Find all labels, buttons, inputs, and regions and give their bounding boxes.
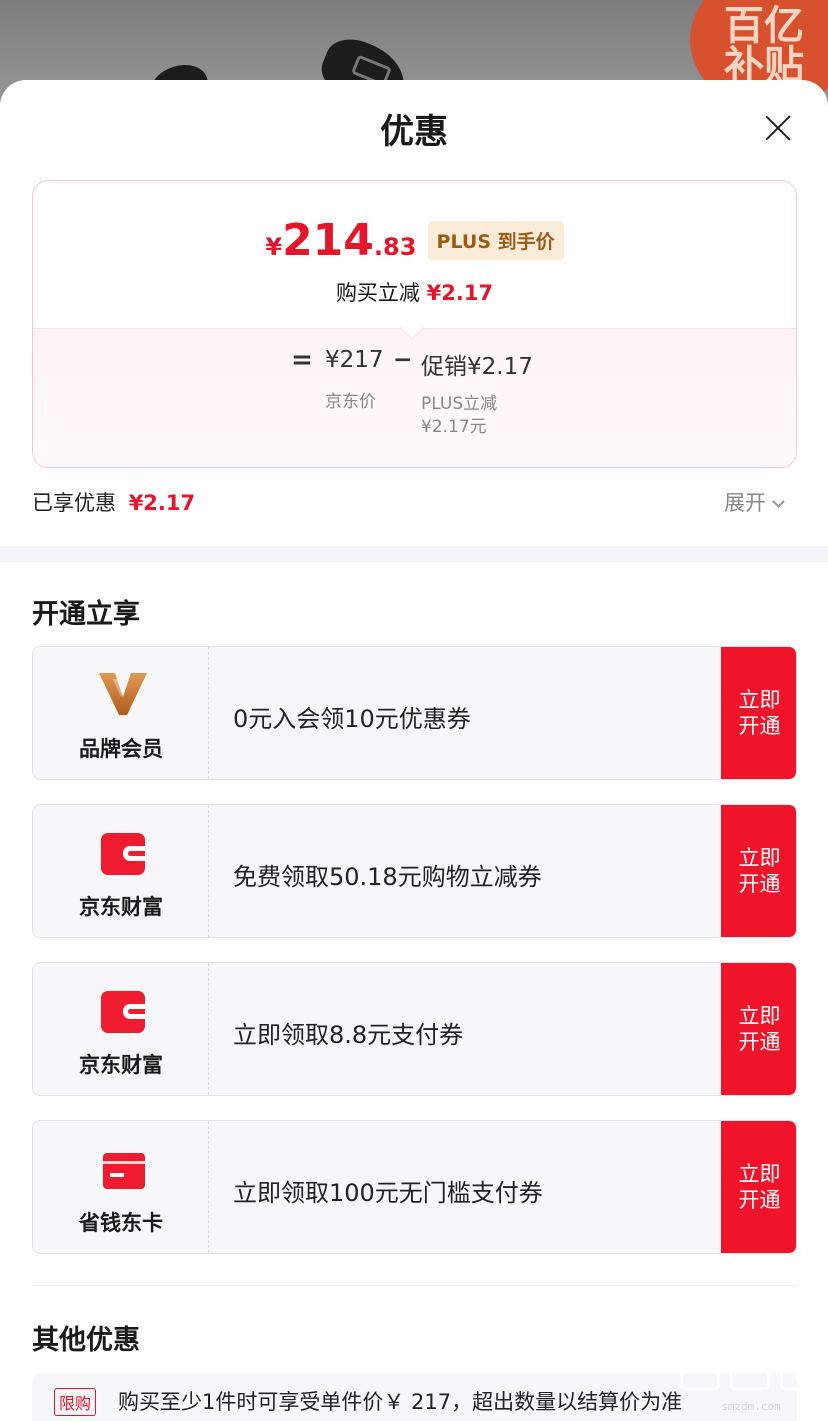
plus-price-tag: PLUS 到手价 (427, 221, 564, 260)
brand-v-icon (99, 673, 147, 715)
card-icon (103, 1153, 145, 1189)
price-integer: 214 (282, 215, 374, 266)
enjoyed-amount: ¥2.17 (128, 491, 196, 515)
section-separator (32, 1285, 797, 1286)
promo-sub-label: PLUS立减 (421, 394, 498, 414)
offer-description: 立即领取100元无门槛支付券 (233, 1179, 543, 1207)
final-price-row: ¥214.83 PLUS 到手价 (33, 215, 796, 266)
expand-label: 展开 (724, 491, 766, 515)
reduce-label: 购买立减 (335, 281, 420, 305)
enjoyed-label: 已享优惠 (32, 491, 116, 515)
watermark-sub: smzdm.com (721, 1400, 781, 1413)
other-section-title: 其他优惠 (32, 1325, 140, 1356)
offer-card-brand-member: 品牌会员 0元入会领10元优惠券 立即 开通 (32, 646, 797, 780)
watermark-glyph (780, 1346, 820, 1390)
discount-sheet: 优惠 ¥214.83 PLUS 到手价 购买立减 ¥2.17 = ¥217 京东… (0, 80, 828, 1421)
open-button-line1: 立即 (738, 1162, 781, 1186)
watermark-glyph (680, 1346, 720, 1390)
minus-sign: − (393, 347, 413, 373)
badge-line1: 百亿 (724, 3, 804, 49)
brand-name: 京东财富 (79, 1053, 163, 1077)
watermark-logo: smzdm.com (676, 1342, 826, 1421)
equals-sign: = (291, 345, 313, 375)
limit-tag: 限购 (54, 1388, 97, 1416)
open-button-line2: 开通 (738, 1188, 781, 1212)
open-button-line2: 开通 (738, 872, 781, 896)
offer-description: 立即领取8.8元支付券 (233, 1021, 464, 1049)
expand-button[interactable]: 展开 (724, 487, 785, 517)
price-decimal: .83 (373, 233, 417, 261)
final-price: ¥214.83 (265, 215, 416, 266)
currency-symbol: ¥ (265, 233, 283, 261)
open-button-line1: 立即 (738, 1004, 781, 1028)
price-formula-panel (33, 328, 796, 467)
sheet-title: 优惠 (380, 112, 448, 152)
brand-name: 省钱东卡 (79, 1211, 163, 1235)
watermark-glyph (730, 1346, 770, 1390)
offer-brand: 省钱东卡 (33, 1121, 209, 1253)
open-button-line1: 立即 (738, 846, 781, 870)
base-price: ¥217 (325, 347, 384, 373)
open-button-line1: 立即 (738, 688, 781, 712)
offer-brand: 品牌会员 (33, 647, 209, 779)
open-section-title: 开通立享 (32, 599, 140, 630)
section-divider (0, 546, 828, 562)
offer-card-saving-card: 省钱东卡 立即领取100元无门槛支付券 立即 开通 (32, 1120, 797, 1254)
offer-brand: 京东财富 (33, 963, 209, 1095)
wallet-icon (101, 991, 145, 1033)
offer-description: 免费领取50.18元购物立减券 (233, 863, 542, 891)
open-now-button[interactable]: 立即 开通 (721, 1121, 796, 1253)
price-breakdown-card: ¥214.83 PLUS 到手价 购买立减 ¥2.17 = ¥217 京东价 −… (32, 180, 797, 468)
brand-name: 品牌会员 (79, 737, 163, 761)
wallet-icon (101, 833, 145, 875)
offer-description: 0元入会领10元优惠券 (233, 705, 471, 733)
enjoyed-discount-row: 已享优惠 ¥2.17 (32, 487, 195, 517)
open-now-button[interactable]: 立即 开通 (721, 963, 796, 1095)
close-icon[interactable] (760, 110, 796, 146)
limit-text: 购买至少1件时可享受单件价￥ 217，超出数量以结算价为准 (118, 1390, 683, 1414)
chevron-down-icon (772, 495, 785, 508)
promo-sub-amount: ¥2.17元 (421, 417, 487, 437)
reduce-amount: ¥2.17 (426, 281, 494, 305)
offer-brand: 京东财富 (33, 805, 209, 937)
open-now-button[interactable]: 立即 开通 (721, 647, 796, 779)
promo-amount: 促销¥2.17 (421, 354, 533, 380)
open-now-button[interactable]: 立即 开通 (721, 805, 796, 937)
instant-reduction-row: 购买立减 ¥2.17 (33, 277, 796, 307)
offer-card-jd-finance-payment: 京东财富 立即领取8.8元支付券 立即 开通 (32, 962, 797, 1096)
open-button-line2: 开通 (738, 714, 781, 738)
open-button-line2: 开通 (738, 1030, 781, 1054)
base-price-label: 京东价 (325, 392, 376, 412)
offer-card-jd-finance: 京东财富 免费领取50.18元购物立减券 立即 开通 (32, 804, 797, 938)
brand-name: 京东财富 (79, 895, 163, 919)
